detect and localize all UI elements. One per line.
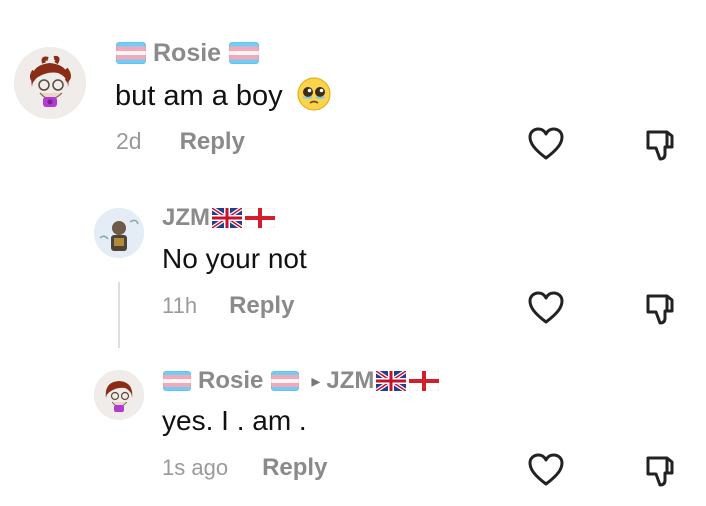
comment-meta: 11h Reply [162, 292, 294, 320]
trans-flag-icon [271, 371, 300, 391]
avatar[interactable] [94, 370, 144, 420]
username-text: Rosie [153, 38, 222, 67]
reply-button[interactable]: Reply [180, 128, 245, 156]
username[interactable]: Rosie ▸ JZM [163, 366, 440, 396]
avatar-drawing [94, 370, 144, 420]
avatar[interactable] [94, 208, 144, 258]
comment-meta: 1s ago Reply [162, 454, 327, 482]
comment-text: No your not [162, 243, 307, 274]
comment-text-content: but am a boy [115, 80, 283, 112]
thumbs-down-icon[interactable] [641, 288, 681, 328]
trans-flag-icon [229, 42, 260, 64]
comment-meta: 2d Reply [116, 128, 245, 156]
uk-flag-icon [212, 208, 242, 228]
heart-icon[interactable] [526, 124, 566, 164]
username[interactable]: JZM [162, 203, 275, 233]
thumbs-down-icon[interactable] [641, 450, 681, 490]
avatar-drawing [14, 47, 86, 119]
reply-to-username[interactable]: JZM [326, 367, 374, 395]
heart-icon[interactable] [526, 288, 566, 328]
reply-button[interactable]: Reply [229, 292, 294, 320]
england-flag-icon [245, 208, 275, 228]
uk-flag-icon [376, 371, 407, 391]
username[interactable]: Rosie [116, 38, 260, 68]
username-text: Rosie [198, 367, 264, 394]
reply-button[interactable]: Reply [262, 454, 327, 482]
comment-text: yes. I . am . [162, 405, 307, 436]
thread-line [118, 282, 120, 348]
avatar[interactable] [14, 47, 86, 119]
username-text: JZM [162, 204, 210, 231]
reply-arrow-icon: ▸ [311, 370, 321, 391]
trans-flag-icon [163, 371, 191, 391]
comment-text: but am a boy [115, 77, 331, 119]
pleading-face-emoji [297, 77, 331, 119]
timestamp: 1s ago [162, 455, 229, 480]
trans-flag-icon [116, 42, 146, 64]
thumbs-down-icon[interactable] [641, 124, 681, 164]
timestamp: 11h [162, 293, 198, 318]
heart-icon[interactable] [526, 450, 566, 490]
timestamp: 2d [116, 128, 142, 154]
avatar-drawing [94, 208, 144, 258]
england-flag-icon [409, 371, 440, 391]
